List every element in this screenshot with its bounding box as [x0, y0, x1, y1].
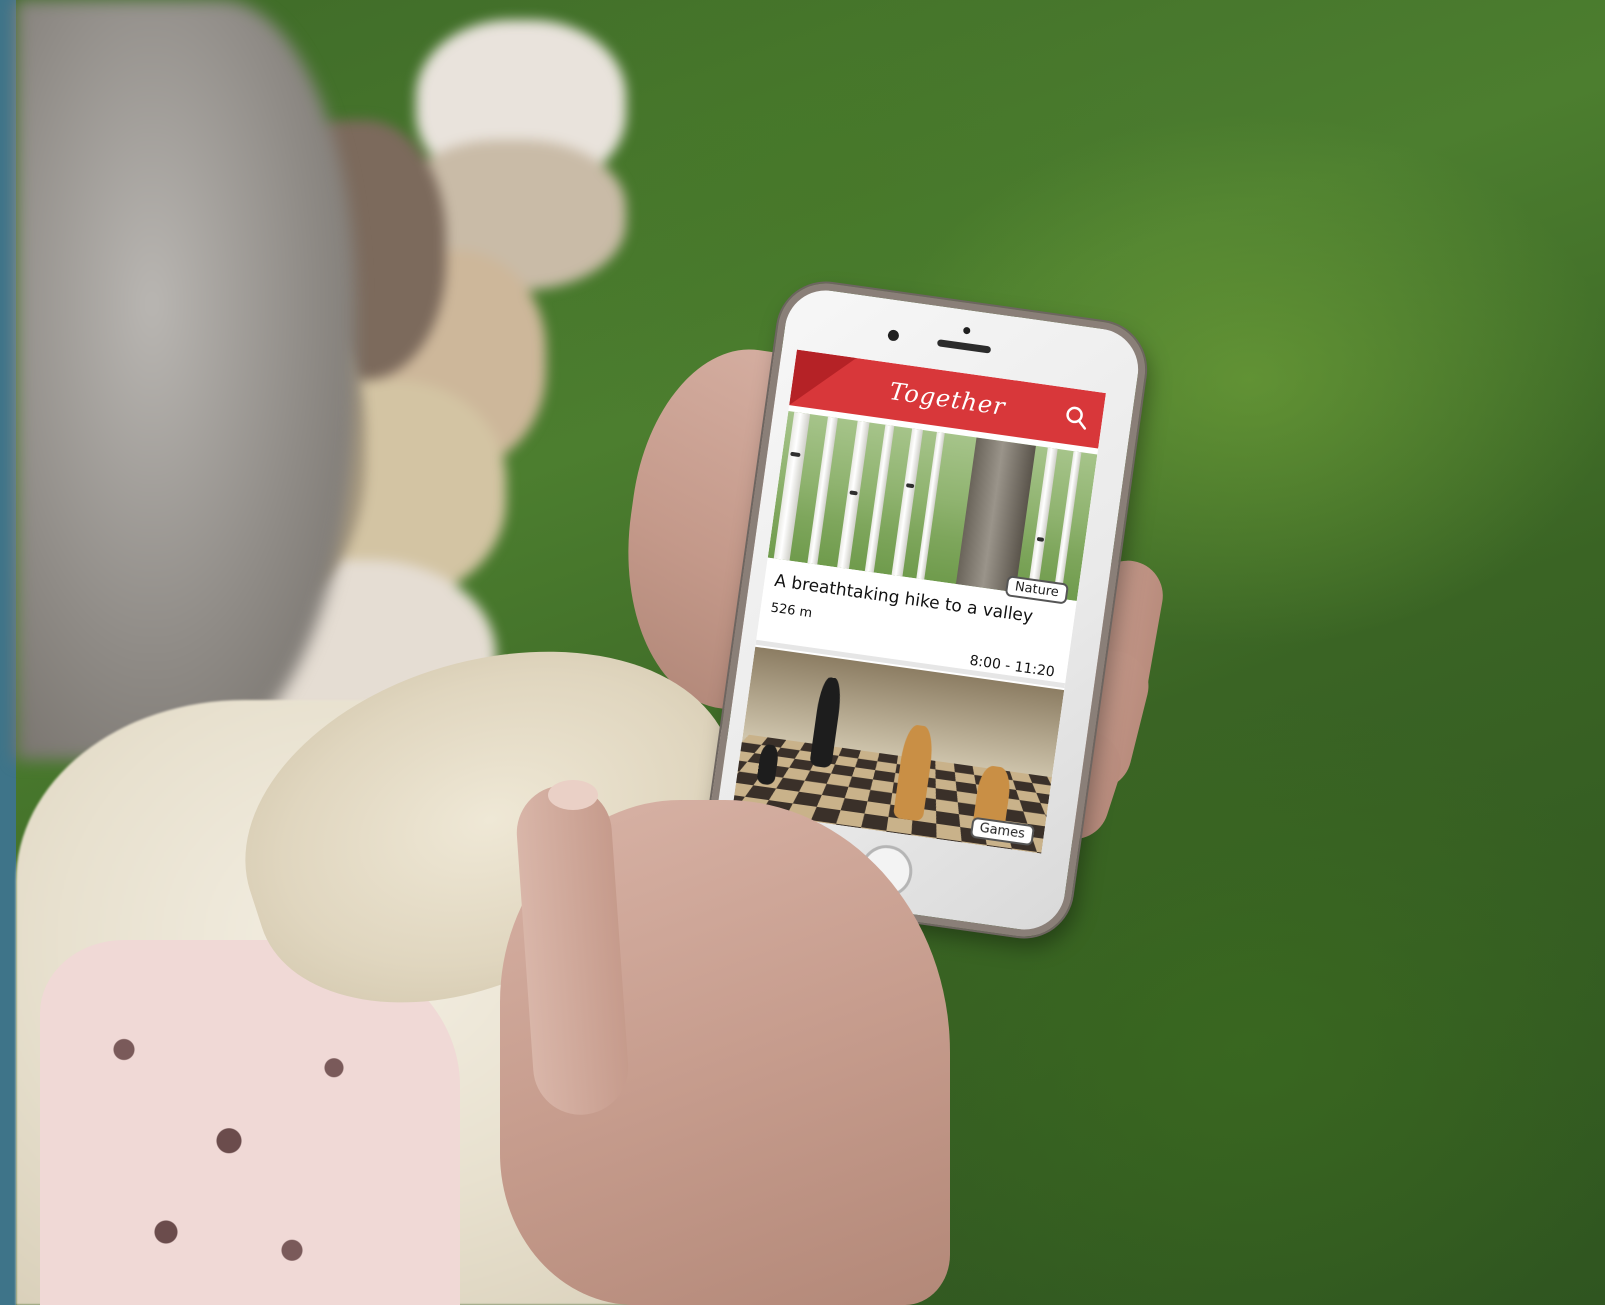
app-title: Together	[887, 377, 1008, 422]
photo-scene: Together A breathtaking hike to a valley…	[0, 0, 1605, 1305]
header-corner-accent	[789, 349, 857, 414]
card-time: 8:00 - 11:20	[968, 652, 1056, 681]
fingernail	[548, 780, 598, 810]
card-distance: 526 m	[769, 600, 814, 622]
search-icon[interactable]	[1063, 404, 1090, 431]
phone-screen: Together A breathtaking hike to a valley…	[732, 349, 1106, 854]
left-accent-bar	[0, 0, 16, 1305]
grey-hair	[16, 0, 356, 760]
